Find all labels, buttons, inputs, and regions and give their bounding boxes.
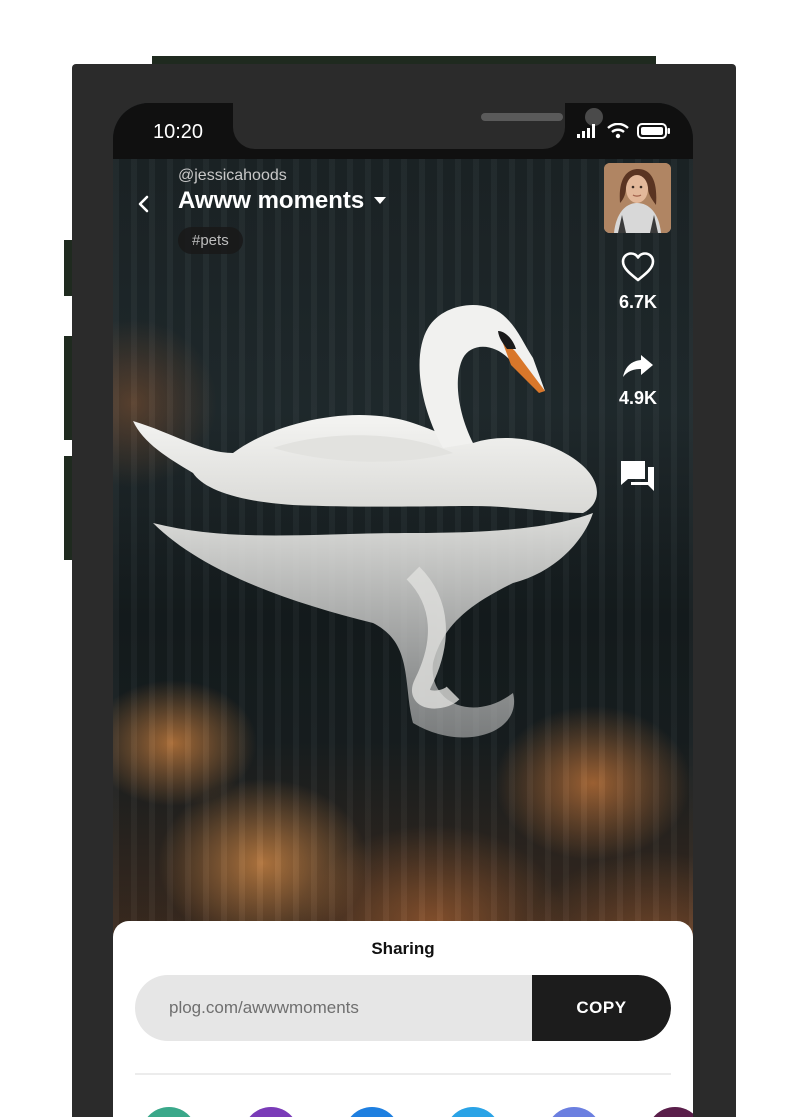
status-bar: 10:20 xyxy=(113,103,693,159)
post-title-dropdown[interactable]: Awww moments xyxy=(178,187,387,215)
like-action[interactable]: 6.7K xyxy=(603,251,673,313)
tag-chip[interactable]: #pets xyxy=(178,227,243,254)
divider xyxy=(135,1073,671,1075)
share-app-6[interactable] xyxy=(647,1107,693,1117)
speaker-grille xyxy=(481,113,563,121)
share-app-2[interactable] xyxy=(243,1107,299,1117)
like-count: 6.7K xyxy=(618,292,658,312)
share-sheet: Sharing plog.com/awwwmoments COPY xyxy=(113,921,693,1117)
share-link-field[interactable]: plog.com/awwwmoments xyxy=(169,998,359,1018)
share-app-5[interactable] xyxy=(546,1107,602,1117)
battery-icon xyxy=(637,123,671,144)
share-sheet-title: Sharing xyxy=(371,939,435,958)
share-count: 4.9K xyxy=(618,388,658,408)
post-title: Awww moments xyxy=(178,187,365,214)
share-link-bar: plog.com/awwwmoments COPY xyxy=(135,975,671,1041)
comments-action[interactable] xyxy=(603,458,673,499)
post-username[interactable]: @jessicahoods xyxy=(178,167,287,185)
phone-notch xyxy=(233,103,603,149)
wifi-icon xyxy=(607,122,629,144)
back-icon[interactable] xyxy=(133,193,155,215)
share-app-4[interactable] xyxy=(445,1107,501,1117)
share-app-3[interactable] xyxy=(344,1107,400,1117)
heart-icon xyxy=(620,252,656,287)
share-arrow-icon xyxy=(621,355,655,383)
comments-icon xyxy=(619,461,657,498)
status-time: 10:20 xyxy=(153,121,204,143)
status-icons xyxy=(577,122,671,144)
share-action[interactable]: 4.9K xyxy=(603,353,673,409)
share-app-1[interactable] xyxy=(141,1107,197,1117)
caret-down-icon xyxy=(374,192,387,210)
phone-screen: 10:20 @jessicahoods Awww moments #pets 6… xyxy=(113,103,693,1117)
copy-button[interactable]: COPY xyxy=(532,975,671,1041)
avatar[interactable] xyxy=(604,163,671,233)
stage: 10:20 @jessicahoods Awww moments #pets 6… xyxy=(0,0,800,1117)
signal-icon xyxy=(577,124,599,143)
